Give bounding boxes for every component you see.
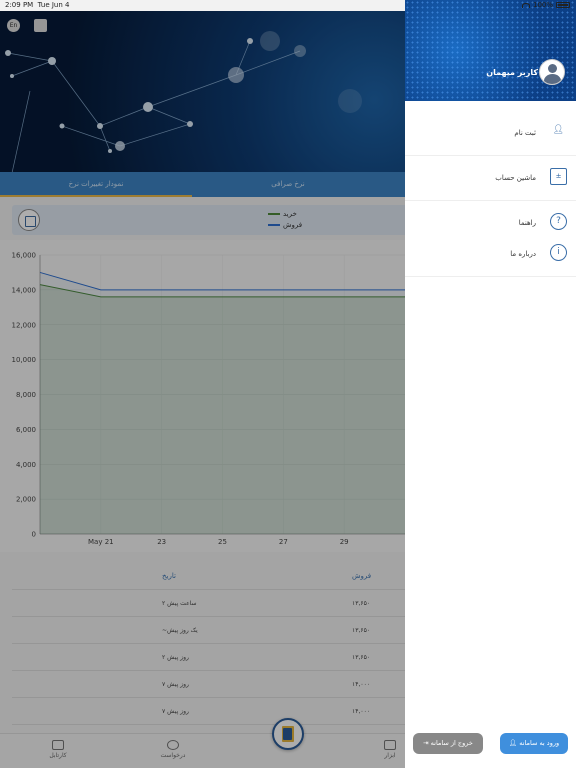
battery-icon: [556, 2, 570, 8]
add-user-icon: 👤︎: [552, 125, 565, 135]
status-battery: 100%: [521, 1, 570, 9]
help-icon: ?: [550, 213, 567, 230]
menu-item-register[interactable]: ثبت نام 👤︎: [405, 111, 576, 156]
login-button[interactable]: 👤︎ ورود به سامانه: [500, 733, 568, 754]
app-root: 2:09 PM Tue Jun 4 100% En نمودار تغییرات…: [0, 0, 576, 768]
calculator-icon: ±: [550, 168, 567, 185]
drawer-header: کاربر میهمان: [405, 0, 576, 101]
status-bar: 2:09 PM Tue Jun 4 100%: [0, 0, 576, 11]
user-title: کاربر میهمان: [486, 68, 538, 77]
side-drawer: کاربر میهمان ثبت نام 👤︎ ماشین حساب ± راه…: [405, 0, 576, 768]
menu-item-calculator[interactable]: ماشین حساب ±: [405, 156, 576, 201]
menu-item-about[interactable]: درباره ما i: [405, 232, 576, 277]
avatar[interactable]: [539, 59, 565, 85]
status-time: 2:09 PM Tue Jun 4: [5, 1, 70, 9]
battery-percent: 100%: [532, 1, 553, 9]
wifi-icon: [521, 2, 530, 8]
drawer-overlay[interactable]: [0, 11, 405, 768]
exit-button[interactable]: ⇥ خروج از سامانه: [413, 733, 483, 754]
info-icon: i: [550, 244, 567, 261]
